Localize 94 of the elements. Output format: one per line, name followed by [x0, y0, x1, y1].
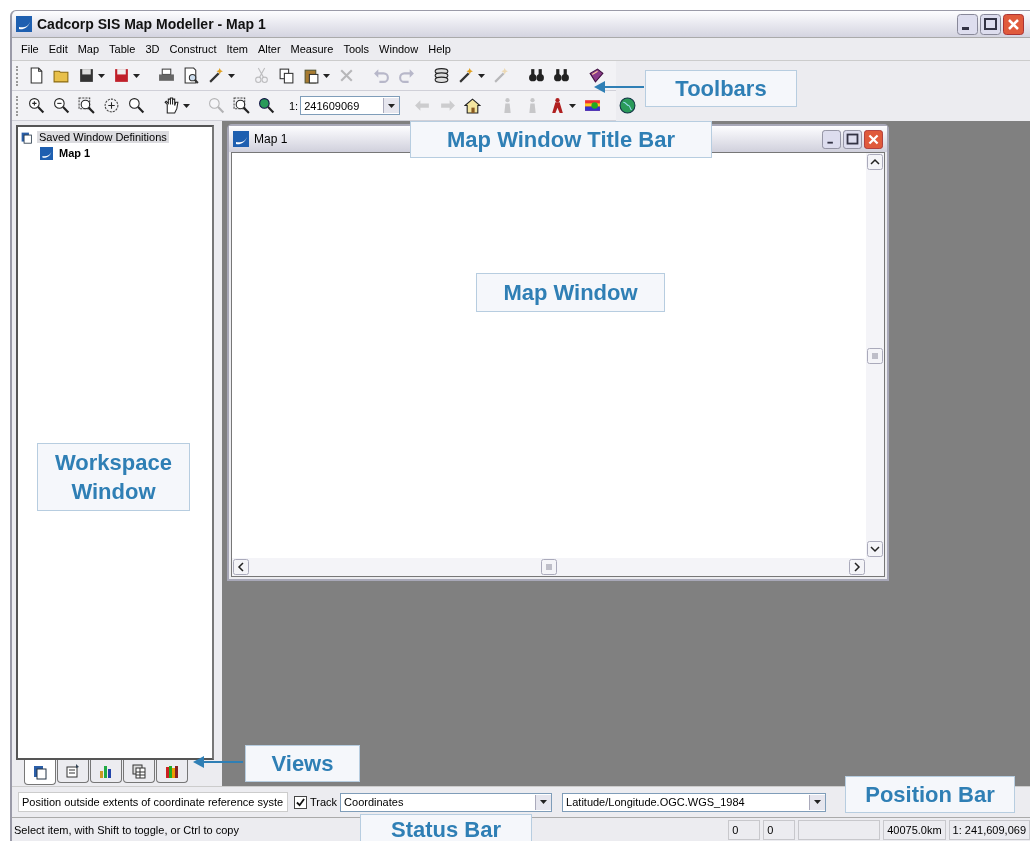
position-message-field: Position outside extents of coordinate reference syste	[18, 792, 288, 812]
callout-label: Map Window Title Bar	[410, 121, 712, 158]
app-logo-icon	[16, 16, 32, 32]
close-icon[interactable]	[1003, 13, 1024, 35]
caret-icon[interactable]	[323, 73, 330, 78]
menu-item[interactable]: Construct	[164, 43, 222, 55]
menu-item[interactable]: Table	[104, 43, 141, 55]
scroll-up-icon[interactable]	[867, 154, 883, 170]
wand-icon[interactable]	[208, 67, 225, 84]
layers-icon[interactable]	[433, 67, 450, 84]
scroll-down-icon[interactable]	[867, 541, 883, 557]
workspace-icon	[32, 764, 48, 780]
caret-icon[interactable]	[183, 103, 190, 108]
map-window-title: Map 1	[254, 132, 288, 146]
minimize-icon[interactable]	[957, 13, 978, 35]
copy-icon[interactable]	[278, 67, 295, 84]
window-title: Cadcorp SIS Map Modeller - Map 1	[37, 16, 266, 32]
tree-item[interactable]: Saved Window Definitions	[37, 131, 169, 143]
view-tab[interactable]	[123, 760, 155, 783]
callout-label: Views	[245, 745, 360, 782]
track-label: Track	[310, 796, 338, 808]
crosshair-icon[interactable]	[103, 97, 120, 114]
globe-magnifier-icon[interactable]	[258, 97, 275, 114]
caret-icon[interactable]	[133, 73, 140, 78]
menu-item[interactable]: Measure	[285, 43, 339, 55]
status-pane: 0	[728, 820, 761, 840]
globe-icon[interactable]	[619, 97, 637, 114]
vertical-scrollbar[interactable]	[866, 153, 884, 558]
scroll-left-icon[interactable]	[233, 559, 249, 575]
view-tab[interactable]	[90, 760, 122, 783]
caret-icon[interactable]	[814, 800, 822, 804]
house-icon[interactable]	[464, 97, 482, 114]
status-pane: 0	[763, 820, 796, 840]
books-icon	[164, 763, 180, 779]
callout-label: Toolbars	[645, 70, 797, 107]
callout-label: Position Bar	[845, 776, 1015, 813]
menu-item[interactable]: Alter	[252, 43, 286, 55]
status-message: Select item, with Shift to toggle, or Ctrl to copy	[14, 824, 239, 836]
zoom-in-icon[interactable]	[28, 97, 45, 114]
caret-icon[interactable]	[540, 800, 548, 804]
scroll-thumb-icon[interactable]	[867, 347, 883, 364]
print-preview-icon[interactable]	[183, 67, 200, 84]
scale-field[interactable]: 241609069	[300, 96, 401, 115]
magnifier-icon[interactable]	[128, 97, 145, 114]
table-icon	[131, 763, 147, 779]
zoom-box-icon[interactable]	[78, 97, 95, 114]
track-checkbox[interactable]	[294, 795, 307, 809]
callout-label: Map Window	[476, 273, 665, 312]
caret-icon[interactable]	[98, 73, 105, 78]
menu-item[interactable]: Edit	[43, 43, 73, 55]
callout-label: Status Bar	[360, 814, 532, 841]
caret-icon[interactable]	[388, 103, 396, 108]
mode-dropdown[interactable]: Coordinates	[340, 792, 553, 812]
tree-item[interactable]: Map 1	[57, 147, 93, 159]
properties-icon	[65, 763, 81, 779]
printer-icon[interactable]	[158, 67, 175, 84]
menu-item[interactable]: Tools	[338, 43, 375, 55]
maximize-icon[interactable]	[980, 13, 1001, 35]
workspace-icon	[20, 130, 33, 144]
binoculars-icon[interactable]	[553, 67, 570, 84]
bar-chart-icon	[98, 763, 114, 779]
new-document-icon[interactable]	[28, 67, 45, 84]
map-icon	[40, 146, 53, 160]
scroll-thumb-icon[interactable]	[541, 559, 557, 575]
menu-item[interactable]: File	[16, 43, 44, 55]
view-tab[interactable]	[24, 760, 56, 785]
view-tab[interactable]	[57, 760, 89, 783]
view-tab[interactable]	[156, 760, 188, 783]
status-pane: 1: 241,609,069	[948, 820, 1030, 840]
crs-dropdown[interactable]: Latitude/Longitude.OGC.WGS_1984	[562, 792, 827, 812]
menu-item[interactable]: Window	[374, 43, 424, 55]
status-pane: 40075.0km	[883, 820, 946, 840]
callout-label: Workspace Window	[37, 443, 190, 511]
book-icon[interactable]	[588, 67, 605, 84]
menu-item[interactable]: 3D	[140, 43, 165, 55]
wand-icon[interactable]	[458, 67, 475, 84]
hand-icon[interactable]	[163, 97, 180, 114]
menu-item[interactable]: Map	[72, 43, 105, 55]
menu-item[interactable]: Item	[221, 43, 253, 55]
close-icon[interactable]	[864, 129, 883, 149]
zoom-out-icon[interactable]	[53, 97, 70, 114]
clipboard-icon[interactable]	[303, 67, 320, 84]
binoculars-icon[interactable]	[528, 67, 545, 84]
horizontal-scrollbar[interactable]	[232, 558, 866, 576]
scale-prefix: 1:	[289, 99, 299, 112]
caret-icon[interactable]	[228, 73, 235, 78]
scroll-right-icon[interactable]	[849, 559, 865, 575]
zoom-box-icon[interactable]	[233, 97, 250, 114]
flag-icon[interactable]	[584, 97, 602, 114]
map-icon	[233, 131, 249, 147]
caret-icon[interactable]	[478, 73, 485, 78]
menu-item[interactable]: Help	[423, 43, 456, 55]
caret-icon[interactable]	[569, 103, 577, 108]
maximize-icon[interactable]	[843, 129, 862, 149]
